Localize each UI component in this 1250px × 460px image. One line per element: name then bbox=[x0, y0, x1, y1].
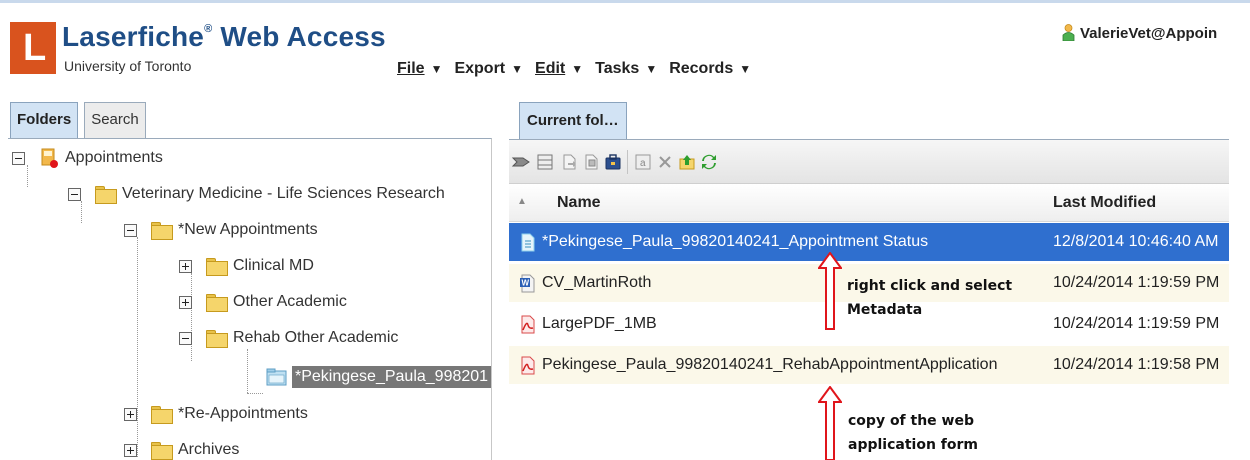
repository-icon bbox=[41, 148, 58, 168]
menu-edit[interactable]: Edit ▼ bbox=[535, 60, 583, 78]
tree-label-selected: *Pekingese_Paula_998201 bbox=[292, 366, 491, 388]
new-document-icon[interactable] bbox=[561, 154, 577, 170]
annotation-web-form-copy: copy of the web application form bbox=[848, 413, 978, 453]
tree-item-re-appointments[interactable]: *Re-Appointments bbox=[124, 401, 308, 427]
tree-label: Appointments bbox=[65, 149, 163, 166]
column-name[interactable]: Name bbox=[557, 194, 601, 212]
file-modified: 10/24/2014 1:19:59 PM bbox=[1053, 274, 1220, 291]
pdf-icon bbox=[521, 356, 535, 375]
column-header: ▲ Name Last Modified bbox=[509, 184, 1229, 222]
file-modified: 10/24/2014 1:19:59 PM bbox=[1053, 315, 1220, 332]
upload-folder-icon[interactable] bbox=[679, 154, 695, 170]
collapse-toggle[interactable] bbox=[68, 187, 81, 201]
annotation-right-click: right click and select Metadata bbox=[847, 278, 1013, 318]
tree-label: Rehab Other Academic bbox=[233, 329, 399, 346]
metadata-doc-icon bbox=[521, 233, 535, 252]
toolbar: a bbox=[509, 140, 1229, 184]
expand-toggle[interactable] bbox=[124, 443, 137, 457]
svg-text:W: W bbox=[522, 279, 530, 288]
copy-document-icon[interactable] bbox=[583, 154, 599, 170]
left-tabs: Folders Search bbox=[10, 102, 152, 138]
file-row[interactable]: *Pekingese_Paula_99820140241_Appointment… bbox=[509, 223, 1229, 261]
folder-icon bbox=[206, 330, 228, 348]
file-name: CV_MartinRoth bbox=[542, 274, 652, 291]
tree-label: *Re-Appointments bbox=[178, 405, 308, 422]
folder-icon bbox=[151, 406, 173, 424]
laserfiche-logo: L bbox=[10, 22, 56, 74]
expand-toggle[interactable] bbox=[124, 407, 137, 421]
tab-folders[interactable]: Folders bbox=[10, 102, 79, 138]
main-menu: File ▼ Export ▼ Edit ▼ Tasks ▼ Records ▼ bbox=[397, 60, 763, 78]
file-modified: 10/24/2014 1:19:58 PM bbox=[1053, 356, 1220, 373]
tree-guide bbox=[247, 393, 263, 394]
brand-title: Laserfiche® Web Access bbox=[62, 21, 386, 52]
menu-file[interactable]: File ▼ bbox=[397, 60, 442, 78]
expand-toggle[interactable] bbox=[179, 295, 192, 309]
tree-guide bbox=[247, 349, 248, 393]
top-border bbox=[0, 0, 1250, 3]
pin-icon[interactable] bbox=[511, 154, 533, 170]
menu-records[interactable]: Records ▼ bbox=[669, 60, 751, 78]
refresh-icon[interactable] bbox=[701, 154, 717, 170]
menu-export[interactable]: Export ▼ bbox=[454, 60, 523, 78]
tree-label: Clinical MD bbox=[233, 257, 314, 274]
folder-icon bbox=[206, 258, 228, 276]
user-icon bbox=[1062, 24, 1075, 41]
chevron-down-icon: ▼ bbox=[739, 62, 752, 76]
tree-item-other-academic[interactable]: Other Academic bbox=[179, 289, 347, 315]
expand-toggle[interactable] bbox=[179, 259, 192, 273]
chevron-down-icon: ▼ bbox=[645, 62, 658, 76]
folder-icon bbox=[95, 186, 117, 204]
folder-tree: Appointments Veterinary Medicine - Life … bbox=[8, 138, 492, 460]
tree-item-appointments[interactable]: Appointments bbox=[12, 145, 163, 171]
tree-item-veterinary-medicine[interactable]: Veterinary Medicine - Life Sciences Rese… bbox=[68, 181, 445, 207]
folder-icon bbox=[151, 442, 173, 460]
toolbar-divider bbox=[627, 150, 628, 174]
collapse-toggle[interactable] bbox=[179, 331, 192, 345]
collapse-toggle[interactable] bbox=[124, 223, 137, 237]
user-account[interactable]: ValerieVet@Appoin bbox=[1062, 24, 1217, 42]
menu-tasks[interactable]: Tasks ▼ bbox=[595, 60, 657, 78]
red-up-arrow bbox=[818, 386, 842, 460]
tree-label: Archives bbox=[178, 441, 240, 458]
pdf-icon bbox=[521, 315, 535, 334]
chevron-down-icon: ▼ bbox=[511, 62, 524, 76]
file-row[interactable]: Pekingese_Paula_99820140241_RehabAppoint… bbox=[509, 346, 1229, 384]
tree-item-archives[interactable]: Archives bbox=[124, 437, 239, 460]
word-doc-icon: W bbox=[520, 274, 535, 293]
organization-name: University of Toronto bbox=[64, 58, 192, 74]
tab-search[interactable]: Search bbox=[84, 102, 146, 138]
folder-icon bbox=[206, 294, 228, 312]
chevron-down-icon: ▼ bbox=[430, 62, 443, 76]
tab-current-folder[interactable]: Current fol… bbox=[519, 102, 627, 139]
file-name: LargePDF_1MB bbox=[542, 315, 657, 332]
tree-label: Other Academic bbox=[233, 293, 347, 310]
column-last-modified[interactable]: Last Modified bbox=[1053, 194, 1156, 212]
svg-text:a: a bbox=[640, 158, 646, 169]
tree-label: *New Appointments bbox=[178, 221, 318, 238]
file-name: Pekingese_Paula_99820140241_RehabAppoint… bbox=[542, 356, 998, 373]
file-name: *Pekingese_Paula_99820140241_Appointment… bbox=[542, 233, 929, 250]
columns-icon[interactable] bbox=[537, 154, 553, 170]
tree-item-new-appointments[interactable]: *New Appointments bbox=[124, 217, 318, 243]
red-up-arrow bbox=[818, 252, 842, 330]
text-icon[interactable]: a bbox=[635, 154, 651, 170]
tree-item-rehab-other-academic[interactable]: Rehab Other Academic bbox=[179, 325, 398, 351]
user-name: ValerieVet@Appoin bbox=[1080, 25, 1218, 42]
delete-icon[interactable] bbox=[657, 154, 673, 170]
tree-item-clinical-md[interactable]: Clinical MD bbox=[179, 253, 314, 279]
tree-item-pekingese-paula[interactable]: *Pekingese_Paula_998201 bbox=[266, 364, 491, 390]
briefcase-icon[interactable] bbox=[605, 154, 621, 170]
chevron-down-icon: ▼ bbox=[571, 62, 584, 76]
sort-asc-icon[interactable]: ▲ bbox=[517, 196, 527, 207]
collapse-toggle[interactable] bbox=[12, 151, 25, 165]
open-folder-icon bbox=[266, 368, 287, 386]
file-modified: 12/8/2014 10:46:40 AM bbox=[1053, 233, 1219, 250]
tree-label: Veterinary Medicine - Life Sciences Rese… bbox=[122, 185, 445, 202]
folder-icon bbox=[151, 222, 173, 240]
